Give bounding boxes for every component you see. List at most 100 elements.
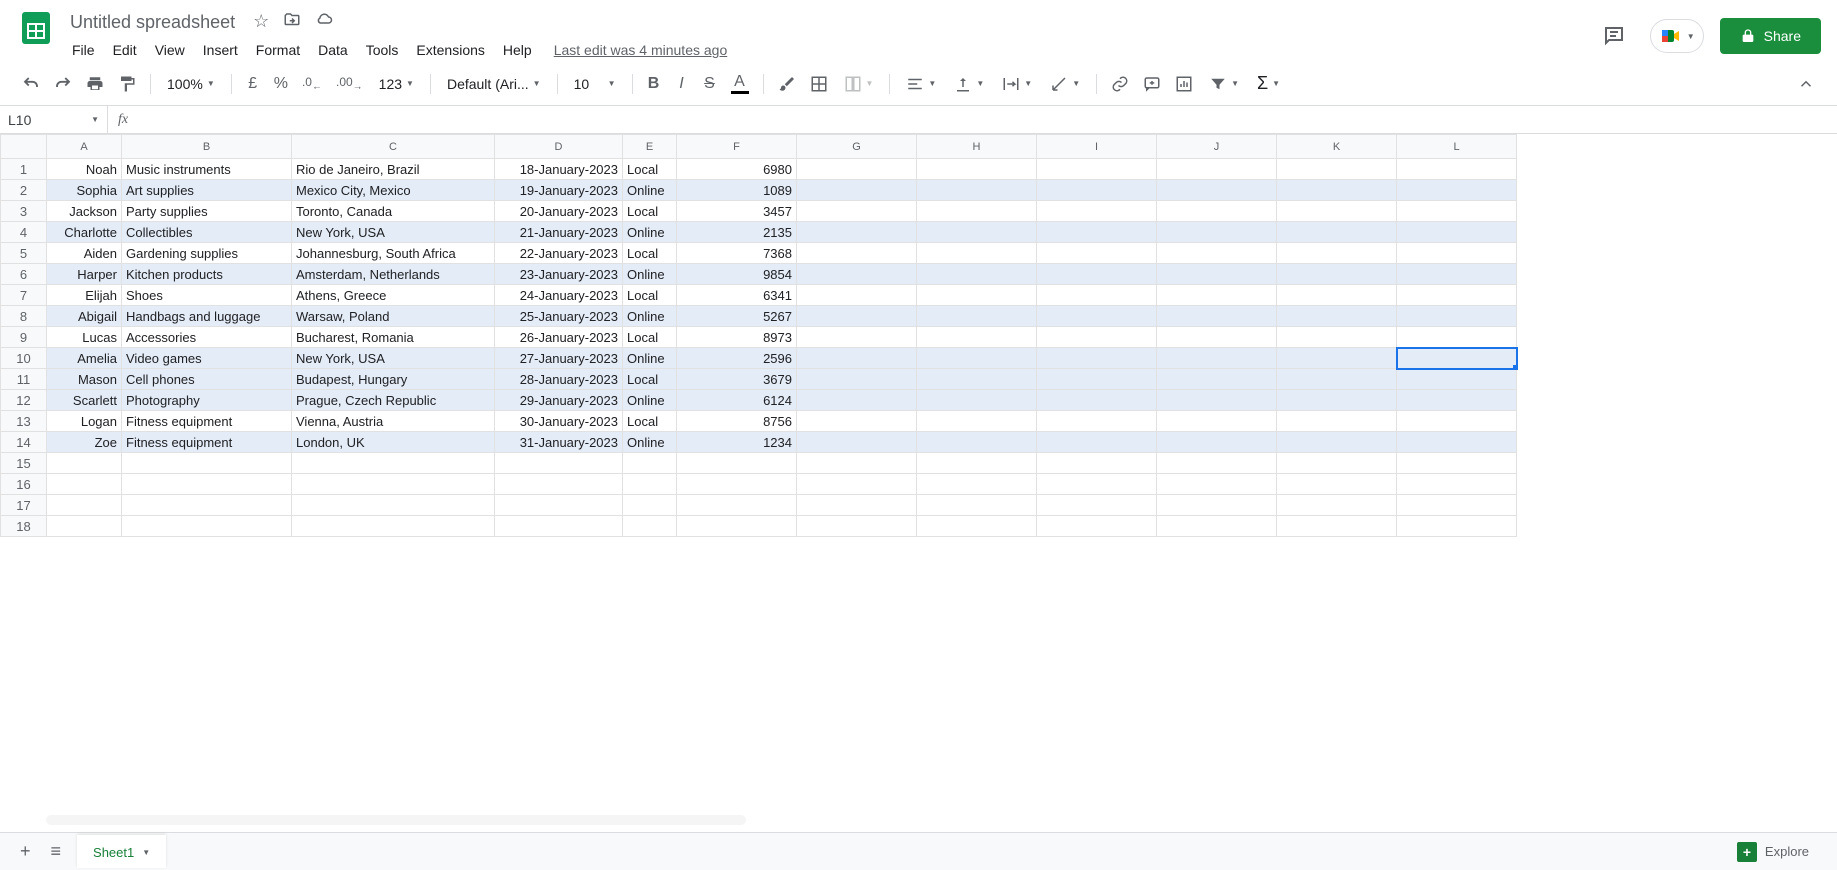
cell-K12[interactable] (1277, 390, 1397, 411)
cell-F18[interactable] (677, 516, 797, 537)
menu-help[interactable]: Help (495, 38, 540, 62)
cell-J14[interactable] (1157, 432, 1277, 453)
cell-D3[interactable]: 20-January-2023 (495, 201, 623, 222)
comments-button[interactable] (1594, 16, 1634, 56)
cell-L3[interactable] (1397, 201, 1517, 222)
cell-J3[interactable] (1157, 201, 1277, 222)
row-header-2[interactable]: 2 (1, 180, 47, 201)
cell-I1[interactable] (1037, 159, 1157, 180)
menu-data[interactable]: Data (310, 38, 356, 62)
cell-J16[interactable] (1157, 474, 1277, 495)
cell-G1[interactable] (797, 159, 917, 180)
row-header-14[interactable]: 14 (1, 432, 47, 453)
cell-B4[interactable]: Collectibles (122, 222, 292, 243)
cell-H18[interactable] (917, 516, 1037, 537)
cell-A14[interactable]: Zoe (47, 432, 122, 453)
col-header-I[interactable]: I (1037, 135, 1157, 159)
row-header-12[interactable]: 12 (1, 390, 47, 411)
cell-A5[interactable]: Aiden (47, 243, 122, 264)
cell-G17[interactable] (797, 495, 917, 516)
cell-A13[interactable]: Logan (47, 411, 122, 432)
cell-D16[interactable] (495, 474, 623, 495)
cell-G3[interactable] (797, 201, 917, 222)
cell-G12[interactable] (797, 390, 917, 411)
sheets-logo[interactable] (16, 8, 56, 48)
strikethrough-button[interactable]: S (697, 69, 723, 99)
share-button[interactable]: Share (1720, 18, 1821, 54)
cell-B10[interactable]: Video games (122, 348, 292, 369)
cell-H6[interactable] (917, 264, 1037, 285)
cell-L11[interactable] (1397, 369, 1517, 390)
cell-E10[interactable]: Online (623, 348, 677, 369)
cloud-status-icon[interactable] (315, 11, 333, 34)
cell-D14[interactable]: 31-January-2023 (495, 432, 623, 453)
cell-G5[interactable] (797, 243, 917, 264)
cell-A4[interactable]: Charlotte (47, 222, 122, 243)
cell-B17[interactable] (122, 495, 292, 516)
cell-J15[interactable] (1157, 453, 1277, 474)
cell-B5[interactable]: Gardening supplies (122, 243, 292, 264)
cell-H3[interactable] (917, 201, 1037, 222)
cell-K5[interactable] (1277, 243, 1397, 264)
cell-E4[interactable]: Online (623, 222, 677, 243)
italic-button[interactable]: I (669, 69, 695, 99)
cell-B14[interactable]: Fitness equipment (122, 432, 292, 453)
cell-I15[interactable] (1037, 453, 1157, 474)
chart-button[interactable] (1169, 69, 1199, 99)
cell-L18[interactable] (1397, 516, 1517, 537)
cell-F16[interactable] (677, 474, 797, 495)
row-header-16[interactable]: 16 (1, 474, 47, 495)
cell-L7[interactable] (1397, 285, 1517, 306)
cell-K6[interactable] (1277, 264, 1397, 285)
cell-E2[interactable]: Online (623, 180, 677, 201)
cell-H8[interactable] (917, 306, 1037, 327)
cell-J7[interactable] (1157, 285, 1277, 306)
cell-D18[interactable] (495, 516, 623, 537)
cell-I3[interactable] (1037, 201, 1157, 222)
col-header-L[interactable]: L (1397, 135, 1517, 159)
cell-H12[interactable] (917, 390, 1037, 411)
cell-C18[interactable] (292, 516, 495, 537)
cell-J18[interactable] (1157, 516, 1277, 537)
cell-B7[interactable]: Shoes (122, 285, 292, 306)
name-box[interactable]: L10 ▼ (0, 106, 108, 133)
cell-C6[interactable]: Amsterdam, Netherlands (292, 264, 495, 285)
col-header-K[interactable]: K (1277, 135, 1397, 159)
cell-H13[interactable] (917, 411, 1037, 432)
cell-I14[interactable] (1037, 432, 1157, 453)
cell-F10[interactable]: 2596 (677, 348, 797, 369)
cell-A15[interactable] (47, 453, 122, 474)
cell-K15[interactable] (1277, 453, 1397, 474)
cell-B1[interactable]: Music instruments (122, 159, 292, 180)
cell-D11[interactable]: 28-January-2023 (495, 369, 623, 390)
cell-D7[interactable]: 24-January-2023 (495, 285, 623, 306)
expand-toolbar-button[interactable] (1791, 69, 1821, 99)
cell-K7[interactable] (1277, 285, 1397, 306)
cell-L4[interactable] (1397, 222, 1517, 243)
sheet-tab[interactable]: Sheet1 ▼ (77, 835, 166, 868)
cell-C8[interactable]: Warsaw, Poland (292, 306, 495, 327)
cell-C5[interactable]: Johannesburg, South Africa (292, 243, 495, 264)
cell-F7[interactable]: 6341 (677, 285, 797, 306)
cell-H2[interactable] (917, 180, 1037, 201)
cell-I10[interactable] (1037, 348, 1157, 369)
merge-button[interactable]: ▼ (836, 71, 882, 97)
cell-J10[interactable] (1157, 348, 1277, 369)
cell-D15[interactable] (495, 453, 623, 474)
cell-B15[interactable] (122, 453, 292, 474)
cell-F11[interactable]: 3679 (677, 369, 797, 390)
cell-E6[interactable]: Online (623, 264, 677, 285)
cell-K17[interactable] (1277, 495, 1397, 516)
filter-button[interactable]: ▼ (1201, 71, 1247, 97)
cell-A9[interactable]: Lucas (47, 327, 122, 348)
cell-D13[interactable]: 30-January-2023 (495, 411, 623, 432)
cell-G9[interactable] (797, 327, 917, 348)
cell-I12[interactable] (1037, 390, 1157, 411)
doc-title[interactable]: Untitled spreadsheet (64, 10, 241, 35)
v-align-button[interactable]: ▼ (946, 71, 992, 97)
cell-F15[interactable] (677, 453, 797, 474)
cell-A10[interactable]: Amelia (47, 348, 122, 369)
cell-K9[interactable] (1277, 327, 1397, 348)
row-header-5[interactable]: 5 (1, 243, 47, 264)
cell-I18[interactable] (1037, 516, 1157, 537)
